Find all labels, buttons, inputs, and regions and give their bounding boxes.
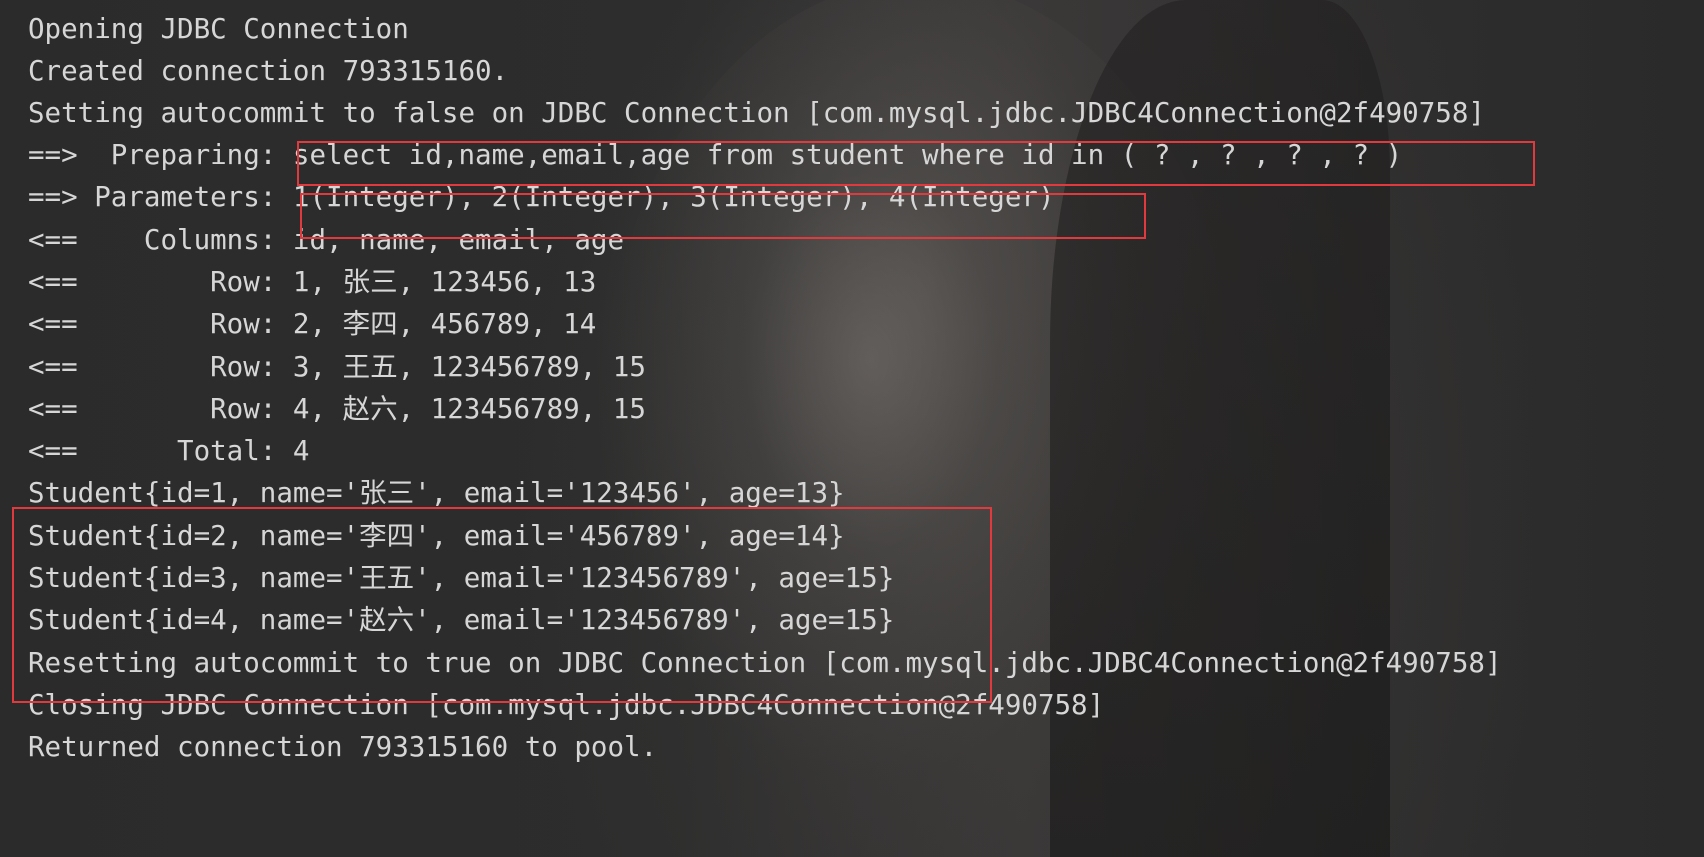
log-line-created-connection: Created connection 793315160. [28, 55, 509, 87]
log-line-set-autocommit-false: Setting autocommit to false on JDBC Conn… [28, 97, 1485, 129]
highlight-box-sql [297, 141, 1535, 186]
log-line-row-2: <== Row: 2, 李四, 456789, 14 [28, 308, 597, 340]
log-line-total: <== Total: 4 [28, 435, 310, 467]
console-output[interactable]: Opening JDBC Connection Created connecti… [0, 0, 1704, 857]
log-line-row-4: <== Row: 4, 赵六, 123456789, 15 [28, 393, 646, 425]
log-line-opening-connection: Opening JDBC Connection [28, 13, 409, 45]
highlight-box-parameters [300, 193, 1146, 239]
log-line-row-3: <== Row: 3, 王五, 123456789, 15 [28, 351, 646, 383]
highlight-box-student-results [12, 507, 992, 703]
log-line-returned-connection: Returned connection 793315160 to pool. [28, 731, 658, 763]
log-line-row-1: <== Row: 1, 张三, 123456, 13 [28, 266, 597, 298]
